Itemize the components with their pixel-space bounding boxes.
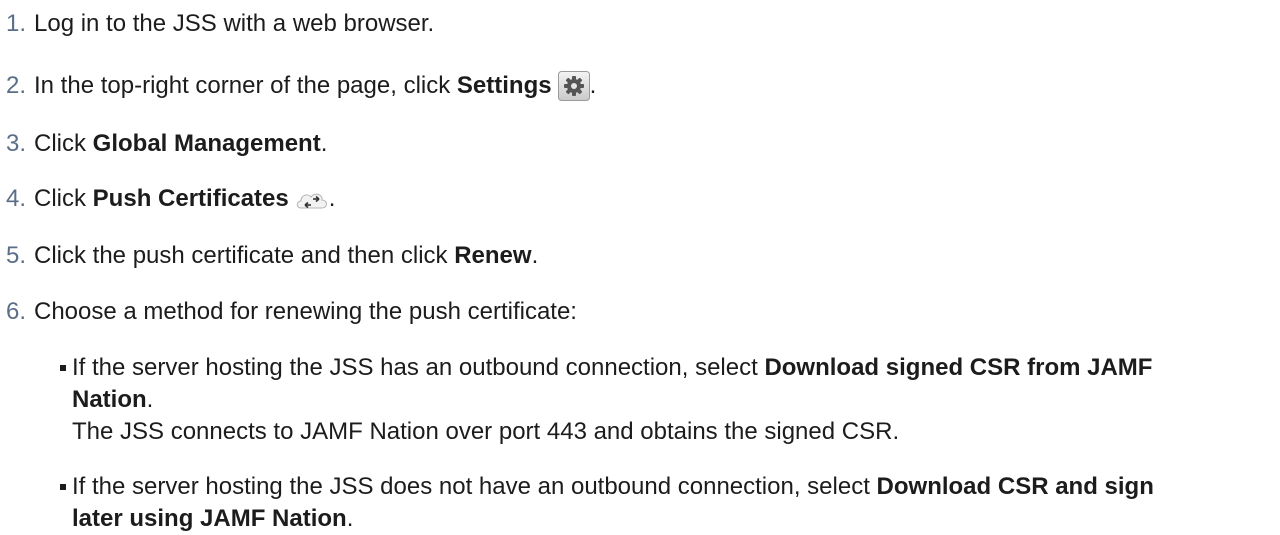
step-number: 2. xyxy=(6,72,27,99)
step-text: Choose a method for renewing the push ce… xyxy=(34,298,577,325)
step-text: Log in to the JSS with a web browser. xyxy=(34,10,435,37)
square-bullet-icon xyxy=(60,365,66,371)
option-outbound-connection: If the server hosting the JSS has an out… xyxy=(60,352,1260,448)
step-text-plain: Click the push certificate and then clic… xyxy=(34,242,455,269)
option-text-plain: If the server hosting the JSS has an out… xyxy=(72,354,765,381)
option-text-plain: If the server hosting the JSS does not h… xyxy=(72,473,877,500)
step-punct: . xyxy=(531,242,539,269)
option-punct: . xyxy=(346,505,354,532)
step-number: 5. xyxy=(6,242,27,269)
step-6: 6. Choose a method for renewing the push … xyxy=(6,296,577,328)
step-5: 5. Click the push certificate and then cl… xyxy=(6,240,538,272)
gear-icon xyxy=(557,71,590,110)
step-text-plain: Click xyxy=(34,185,93,212)
step-text-plain: Click xyxy=(34,130,93,157)
step-text-plain: In the top-right corner of the page, cli… xyxy=(34,72,457,99)
option-text: If the server hosting the JSS has an out… xyxy=(60,352,1260,384)
step-text: Click the push certificate and then clic… xyxy=(34,242,538,269)
option-text-continued: later using JAMF Nation. xyxy=(60,503,1260,535)
step-text: In the top-right corner of the page, cli… xyxy=(34,72,552,99)
step-text: Click Push Certificates xyxy=(34,185,289,212)
ui-term-settings: Settings xyxy=(456,72,552,99)
step-number: 4. xyxy=(6,185,27,212)
ui-term-global-management: Global Management xyxy=(92,130,321,157)
ui-term-renew: Renew xyxy=(454,242,532,269)
cloud-arrows-icon xyxy=(295,190,329,223)
step-2: 2. In the top-right corner of the page, c… xyxy=(6,70,596,110)
step-punct: . xyxy=(320,130,328,157)
ui-term-download-csr-sign-later-continued: later using JAMF Nation xyxy=(72,505,347,532)
step-punct: . xyxy=(328,185,336,212)
ui-term-download-csr-sign-later: Download CSR and sign xyxy=(876,473,1154,500)
step-number: 6. xyxy=(6,298,27,325)
step-text: Click Global Management. xyxy=(34,130,327,157)
ui-term-push-certificates: Push Certificates xyxy=(92,185,289,212)
square-bullet-icon xyxy=(60,484,66,490)
step-number: 1. xyxy=(6,10,27,37)
ui-term-download-signed-csr-continued: Nation xyxy=(72,386,147,413)
option-punct: . xyxy=(146,386,154,413)
step-1: 1. Log in to the JSS with a web browser. xyxy=(6,8,434,40)
step-punct: . xyxy=(589,72,597,99)
option-text-continued: Nation. xyxy=(60,384,1260,416)
option-no-outbound-connection: If the server hosting the JSS does not h… xyxy=(60,471,1260,535)
step-number: 3. xyxy=(6,130,27,157)
option-note: The JSS connects to JAMF Nation over por… xyxy=(72,418,900,445)
option-text: If the server hosting the JSS does not h… xyxy=(60,471,1260,503)
step-4: 4. Click Push Certificates . xyxy=(6,183,335,223)
ui-term-download-signed-csr: Download signed CSR from JAMF xyxy=(764,354,1153,381)
step-3: 3. Click Global Management. xyxy=(6,128,327,160)
